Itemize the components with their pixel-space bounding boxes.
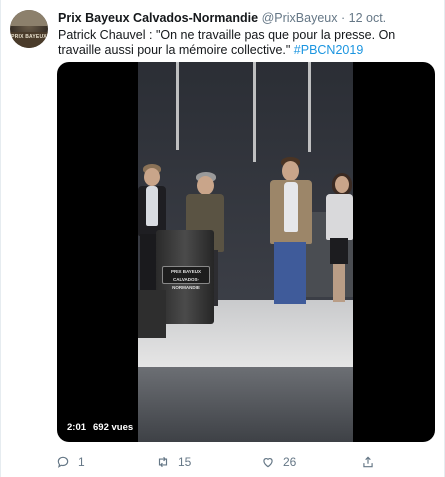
video-frame: PRIX BAYEUX CALVADOS-NORMANDIE [138, 62, 353, 442]
stage-front [138, 367, 353, 442]
like-button[interactable]: 26 [261, 453, 296, 471]
stage-light-beam [253, 62, 256, 162]
reply-count: 1 [78, 455, 85, 469]
hashtag-link[interactable]: #PBCN2019 [294, 43, 364, 57]
video-views-badge: 692 vues [89, 420, 138, 436]
tweet-date[interactable]: 12 oct. [349, 11, 387, 25]
stage-speaker [138, 290, 166, 338]
video-player[interactable]: PRIX BAYEUX CALVADOS-NORMANDIE 2:01 692 … [57, 62, 435, 442]
podium-sign: PRIX BAYEUX CALVADOS-NORMANDIE [162, 266, 210, 290]
heart-icon [263, 458, 273, 468]
retweet-count: 15 [178, 455, 192, 469]
like-count: 26 [283, 455, 297, 469]
retweet-button[interactable]: 15 [156, 453, 191, 471]
tweet-text: Patrick Chauvel : "On ne travaille pas q… [58, 28, 438, 58]
retweet-icon [158, 456, 168, 468]
share-button[interactable] [361, 453, 375, 471]
share-icon [363, 456, 373, 468]
reply-button[interactable]: 1 [56, 453, 85, 471]
video-duration-badge: 2:01 [63, 420, 91, 436]
account-name[interactable]: Prix Bayeux Calvados-Normandie [58, 11, 258, 25]
tweet-actions: 1 15 26 [56, 453, 386, 471]
tweet-header: Prix Bayeux Calvados-Normandie @PrixBaye… [58, 11, 386, 25]
stage-light-beam [308, 62, 311, 152]
account-handle[interactable]: @PrixBayeux [262, 11, 338, 25]
stage-light-beam [176, 62, 179, 150]
avatar[interactable]: PRIX BAYEUX [10, 10, 48, 48]
avatar-logo-text: PRIX BAYEUX [11, 34, 47, 40]
avatar-sky [10, 10, 48, 26]
reply-icon [57, 456, 69, 468]
header-separator: · [340, 11, 346, 25]
tweet-card[interactable]: PRIX BAYEUX Prix Bayeux Calvados-Normand… [0, 0, 445, 477]
